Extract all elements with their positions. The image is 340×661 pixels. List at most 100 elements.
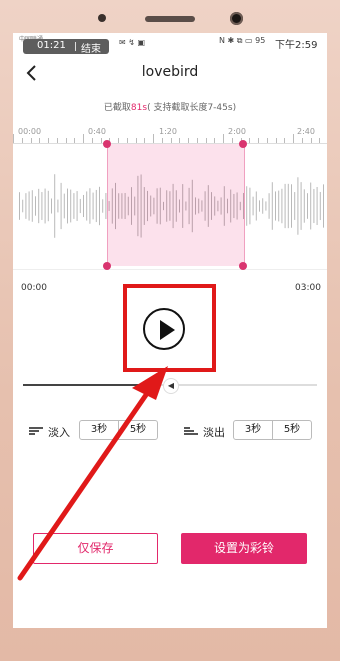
waveform-bar <box>63 193 65 219</box>
ruler-tick <box>275 138 277 143</box>
save-only-button[interactable]: 仅保存 <box>33 533 158 564</box>
ruler-tick <box>249 138 251 143</box>
ruler-tick <box>153 134 154 143</box>
waveform-bar <box>22 199 24 213</box>
waveform-bar <box>70 189 72 223</box>
phone-frame: 中国联通 01:21 结束 ✉ ↯ ▣ N ✱ ⧉ ▭ 95 下午2:59 lo… <box>0 0 340 661</box>
waveform-bar <box>300 182 302 230</box>
waveform-bar <box>268 193 270 219</box>
waveform-bar <box>79 198 81 214</box>
waveform-bar <box>76 191 78 221</box>
progress-fill <box>23 384 159 386</box>
ruler-tick <box>170 138 172 143</box>
waveform-bar <box>67 188 68 224</box>
selection-handle-start-top[interactable] <box>103 140 111 148</box>
fade-out-options[interactable]: 3秒 5秒 <box>233 420 312 440</box>
waveform-bar <box>60 182 62 230</box>
waveform-bar <box>89 188 91 224</box>
front-camera <box>230 12 243 25</box>
ruler-tick <box>196 138 198 143</box>
fade-out-label: 淡出 <box>203 426 225 439</box>
waveform-bar <box>291 184 292 228</box>
ruler-tick <box>100 138 102 143</box>
ruler-tick <box>179 138 181 143</box>
ruler-tick <box>126 138 128 143</box>
clip-prefix: 已截取 <box>103 103 131 113</box>
clip-length-value: 81s <box>130 103 148 113</box>
ruler-tick <box>293 134 294 143</box>
waveform-bar <box>41 192 43 220</box>
waveform-bar <box>38 188 40 224</box>
set-ringtone-button[interactable]: 设置为彩铃 <box>181 533 307 564</box>
ruler-tick <box>135 138 137 143</box>
waveform-bar <box>278 190 280 222</box>
selection-handle-end-top[interactable] <box>239 140 247 148</box>
ruler-tick <box>56 138 58 143</box>
waveform-bar <box>303 189 305 223</box>
status-icons-left: ✉ ↯ ▣ <box>119 38 146 47</box>
waveform-bar <box>262 198 264 214</box>
waveform-bar <box>281 188 283 224</box>
fade-in-3s[interactable]: 3秒 <box>80 421 118 439</box>
highlight-box <box>123 284 216 372</box>
selection-handle-start-bottom[interactable] <box>103 262 111 270</box>
waveform-bar <box>95 189 97 223</box>
selection-handle-end-bottom[interactable] <box>239 262 247 270</box>
status-clock: 下午2:59 <box>275 40 318 51</box>
recording-divider <box>75 42 76 51</box>
ruler-tick <box>48 138 49 143</box>
ruler-tick <box>144 138 146 143</box>
recording-end-button[interactable]: 结束 <box>81 40 101 55</box>
waveform-bar <box>307 193 308 219</box>
waveform-bar <box>271 182 273 230</box>
waveform-bar <box>249 187 251 225</box>
status-icons-right: N ✱ ⧉ ▭ 95 <box>219 36 266 45</box>
ruler-tick <box>83 134 84 143</box>
fade-in-5s[interactable]: 5秒 <box>118 421 157 439</box>
waveform-bar <box>44 188 46 224</box>
waveform-bar <box>313 188 315 224</box>
waveform-bar <box>316 186 318 226</box>
clip-suffix: ( 支持截取长度7-45s) <box>147 103 237 113</box>
ruler-tick <box>231 138 233 143</box>
waveform-bar <box>319 191 321 221</box>
ruler-tick <box>188 138 189 143</box>
fade-out-5s[interactable]: 5秒 <box>272 421 311 439</box>
ruler-tick <box>214 138 216 143</box>
waveform-bar <box>102 199 104 213</box>
waveform-bar <box>265 201 267 211</box>
fade-out-3s[interactable]: 3秒 <box>234 421 272 439</box>
waveform-bar <box>31 190 33 222</box>
ruler-tick <box>223 134 224 143</box>
ruler-tick <box>301 138 303 143</box>
ruler-label: 0:40 <box>88 127 106 136</box>
page-title: lovebird <box>141 64 199 80</box>
ruler-tick <box>266 138 268 143</box>
ruler-tick <box>21 138 23 143</box>
waveform-bar <box>323 184 324 228</box>
waveform-bar <box>83 194 84 218</box>
waveform-bar <box>287 183 289 229</box>
ruler-tick <box>91 138 93 143</box>
waveform-bar <box>252 196 254 216</box>
fade-in-label: 淡入 <box>48 426 70 439</box>
app-screen: 中国联通 01:21 结束 ✉ ↯ ▣ N ✱ ⧉ ▭ 95 下午2:59 lo… <box>13 33 327 628</box>
earpiece <box>145 16 195 22</box>
ruler-tick <box>258 138 259 143</box>
fade-in-options[interactable]: 3秒 5秒 <box>79 420 158 440</box>
waveform-bar <box>294 192 296 220</box>
recording-time: 01:21 <box>37 40 66 51</box>
waveform-bar <box>51 198 52 214</box>
ruler-tick <box>39 138 41 143</box>
ruler-tick <box>74 138 76 143</box>
selection-region[interactable] <box>107 144 245 266</box>
waveform-bar <box>19 192 20 220</box>
ruler-label: 00:00 <box>18 127 42 136</box>
recording-pill[interactable]: 01:21 结束 <box>23 39 109 55</box>
ruler-tick <box>284 138 286 143</box>
waveform-bar <box>310 182 312 230</box>
time-ruler: 00:00 0:40 1:20 2:00 2:40 <box>13 125 327 145</box>
speaker-icon[interactable]: ◀ <box>163 378 179 394</box>
waveform-bar <box>28 191 30 221</box>
status-bar: 中国联通 01:21 结束 ✉ ↯ ▣ N ✱ ⧉ ▭ 95 下午2:59 <box>13 33 327 55</box>
